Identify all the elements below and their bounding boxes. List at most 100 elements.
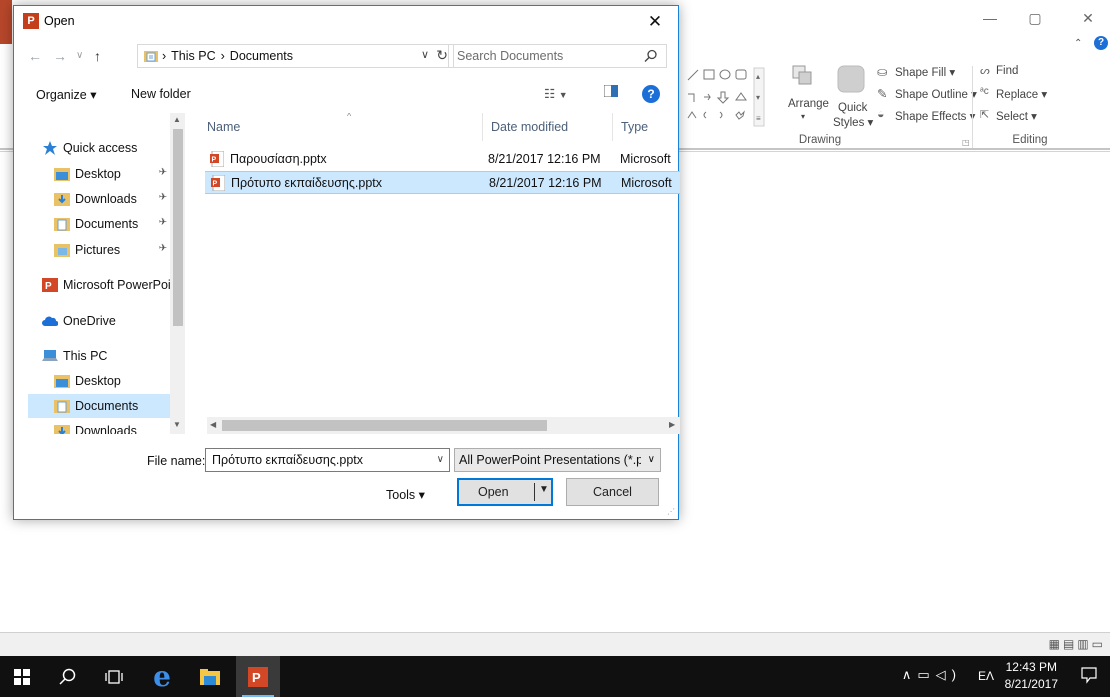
replace-button[interactable]: ᵃc Replace ▾ <box>980 86 1070 104</box>
start-button[interactable] <box>0 656 44 697</box>
back-arrow-icon[interactable]: ← <box>28 48 42 64</box>
nav-pictures[interactable]: Pictures ✈ <box>28 238 171 262</box>
file-type-filter[interactable]: All PowerPoint Presentations (*.p ∨ <box>454 448 661 472</box>
quick-styles-button[interactable]: Quick Styles ▾ <box>830 62 873 129</box>
scrollbar-thumb[interactable] <box>222 420 547 431</box>
nav-quick-access[interactable]: Quick access <box>28 136 171 160</box>
search-box[interactable] <box>448 44 667 68</box>
restore-button[interactable]: ▢ <box>1015 8 1055 28</box>
scroll-left-icon[interactable]: ◀ <box>210 420 216 429</box>
pin-icon[interactable]: ✈ <box>159 217 167 228</box>
resize-grip-icon[interactable]: ⋰ <box>667 507 675 516</box>
minimize-button[interactable]: — <box>970 8 1010 28</box>
shape-fill-button[interactable]: ⛀ Shape Fill ▾ <box>877 64 967 82</box>
dialog-close-button[interactable]: ✕ <box>632 6 678 37</box>
select-button[interactable]: ⇱ Select ▾ <box>980 108 1070 126</box>
horizontal-scrollbar[interactable]: ◀ ▶ <box>207 417 680 434</box>
cancel-button[interactable]: Cancel <box>566 478 659 506</box>
shapes-gallery[interactable]: ▴ ▾ ≡ <box>686 66 778 128</box>
file-name-combobox[interactable]: ∨ <box>205 448 450 472</box>
nav-downloads[interactable]: Downloads ✈ <box>28 187 171 211</box>
open-options-dropdown[interactable]: ▼ <box>539 484 549 495</box>
search-input[interactable] <box>455 48 635 64</box>
pin-icon[interactable]: ✈ <box>159 192 167 203</box>
collapse-ribbon-icon[interactable]: ⌃ <box>1074 38 1082 49</box>
breadcrumb-documents[interactable]: Documents <box>230 49 293 63</box>
tools-button[interactable]: Tools ▾ <box>386 487 425 502</box>
scroll-up-icon[interactable]: ▲ <box>173 115 181 124</box>
normal-view-icon[interactable]: ▦ <box>1049 637 1063 651</box>
column-divider[interactable] <box>482 113 483 141</box>
file-row[interactable]: P Παρουσίαση.pptx 8/21/2017 12:16 PM Mic… <box>205 148 680 171</box>
taskbar-search-button[interactable] <box>46 656 90 697</box>
download-folder-icon <box>54 425 70 434</box>
powerpoint-taskbar-button[interactable]: P <box>236 656 280 697</box>
shape-outline-button[interactable]: ✎ Shape Outline ▾ <box>877 86 977 104</box>
task-view-button[interactable] <box>92 656 136 697</box>
nav-label: Desktop <box>75 374 121 388</box>
arrange-button[interactable]: Arrange ▾ <box>785 62 829 128</box>
nav-desktop[interactable]: Desktop ✈ <box>28 162 171 186</box>
scroll-down-icon[interactable]: ▼ <box>173 420 181 429</box>
view-buttons[interactable]: ▦▤▥▭ <box>1049 637 1106 651</box>
refresh-icon[interactable]: ↻ <box>436 47 448 64</box>
clock[interactable]: 12:43 PM 8/21/2017 <box>1005 659 1058 693</box>
edge-icon: e <box>153 659 171 693</box>
open-button[interactable]: Open ▼ <box>457 478 553 506</box>
svg-text:P: P <box>212 157 217 164</box>
nav-pc-downloads[interactable]: Downloads <box>28 419 171 434</box>
pin-icon[interactable]: ✈ <box>159 167 167 178</box>
chevron-down-icon[interactable]: ∨ <box>437 454 444 465</box>
scrollbar-thumb[interactable] <box>173 129 183 326</box>
reading-view-icon[interactable]: ▥ <box>1077 637 1091 651</box>
shape-effects-button[interactable]: ◒ Shape Effects ▾ <box>877 107 977 126</box>
preview-pane-button[interactable] <box>603 84 619 100</box>
nav-pc-desktop[interactable]: Desktop <box>28 369 171 393</box>
help-icon[interactable]: ? <box>642 85 660 103</box>
nav-onedrive[interactable]: OneDrive <box>28 309 171 333</box>
nav-pc-documents[interactable]: Documents <box>28 394 171 418</box>
action-center-button[interactable] <box>1080 666 1098 684</box>
chevron-down-icon[interactable]: ∨ <box>421 48 429 61</box>
svg-text:P: P <box>252 670 261 685</box>
breadcrumb-separator[interactable]: › <box>221 49 225 63</box>
volume-icon[interactable]: ◁) <box>936 667 962 682</box>
dialog-launcher-icon[interactable]: ◳ <box>962 138 970 147</box>
view-options-button[interactable]: ☷ ▼ <box>544 86 568 101</box>
slideshow-icon[interactable]: ▭ <box>1092 637 1106 651</box>
network-icon[interactable]: ▭ <box>917 667 935 682</box>
file-name-input[interactable] <box>210 452 430 468</box>
recent-locations-icon[interactable]: ∨ <box>76 50 83 61</box>
file-explorer-button[interactable] <box>188 656 232 697</box>
file-row-selected[interactable]: P Πρότυπο εκπαίδευσης.pptx 8/21/2017 12:… <box>205 171 680 194</box>
scroll-right-icon[interactable]: ▶ <box>669 420 675 429</box>
column-type[interactable]: Type <box>621 120 648 134</box>
forward-arrow-icon[interactable]: → <box>53 48 67 64</box>
tray-icons[interactable]: ∧▭◁) <box>902 667 962 683</box>
cloud-icon <box>42 316 58 326</box>
find-button[interactable]: ᔕ Find <box>980 64 1060 82</box>
dialog-titlebar[interactable]: P Open ✕ <box>14 6 678 37</box>
help-icon[interactable]: ? <box>1094 36 1108 50</box>
edge-browser-button[interactable]: e <box>140 656 184 697</box>
search-icon[interactable] <box>644 49 658 63</box>
nav-documents[interactable]: Documents ✈ <box>28 212 171 236</box>
column-date-modified[interactable]: Date modified <box>491 120 568 134</box>
new-folder-button[interactable]: New folder <box>131 87 191 101</box>
close-window-button[interactable]: ✕ <box>1068 8 1108 28</box>
slide-sorter-icon[interactable]: ▤ <box>1063 637 1077 651</box>
chevron-up-icon[interactable]: ∧ <box>902 667 918 682</box>
breadcrumb-separator[interactable]: › <box>162 49 166 63</box>
star-icon <box>43 141 57 155</box>
up-arrow-icon[interactable]: ↑ <box>94 48 101 64</box>
column-name[interactable]: Name <box>207 120 240 134</box>
breadcrumb-this-pc[interactable]: This PC <box>171 49 215 63</box>
organize-button[interactable]: Organize ▾ <box>36 87 96 102</box>
pin-icon[interactable]: ✈ <box>159 243 167 254</box>
input-language[interactable]: ΕΛ <box>978 669 994 683</box>
address-bar[interactable]: › This PC › Documents ∨ ↻ <box>137 44 454 68</box>
nav-pane-scrollbar[interactable]: ▲ ▼ <box>170 113 185 434</box>
column-divider[interactable] <box>612 113 613 141</box>
nav-this-pc[interactable]: This PC <box>28 344 171 368</box>
nav-microsoft-powerpoint[interactable]: P Microsoft PowerPoint <box>28 273 171 297</box>
